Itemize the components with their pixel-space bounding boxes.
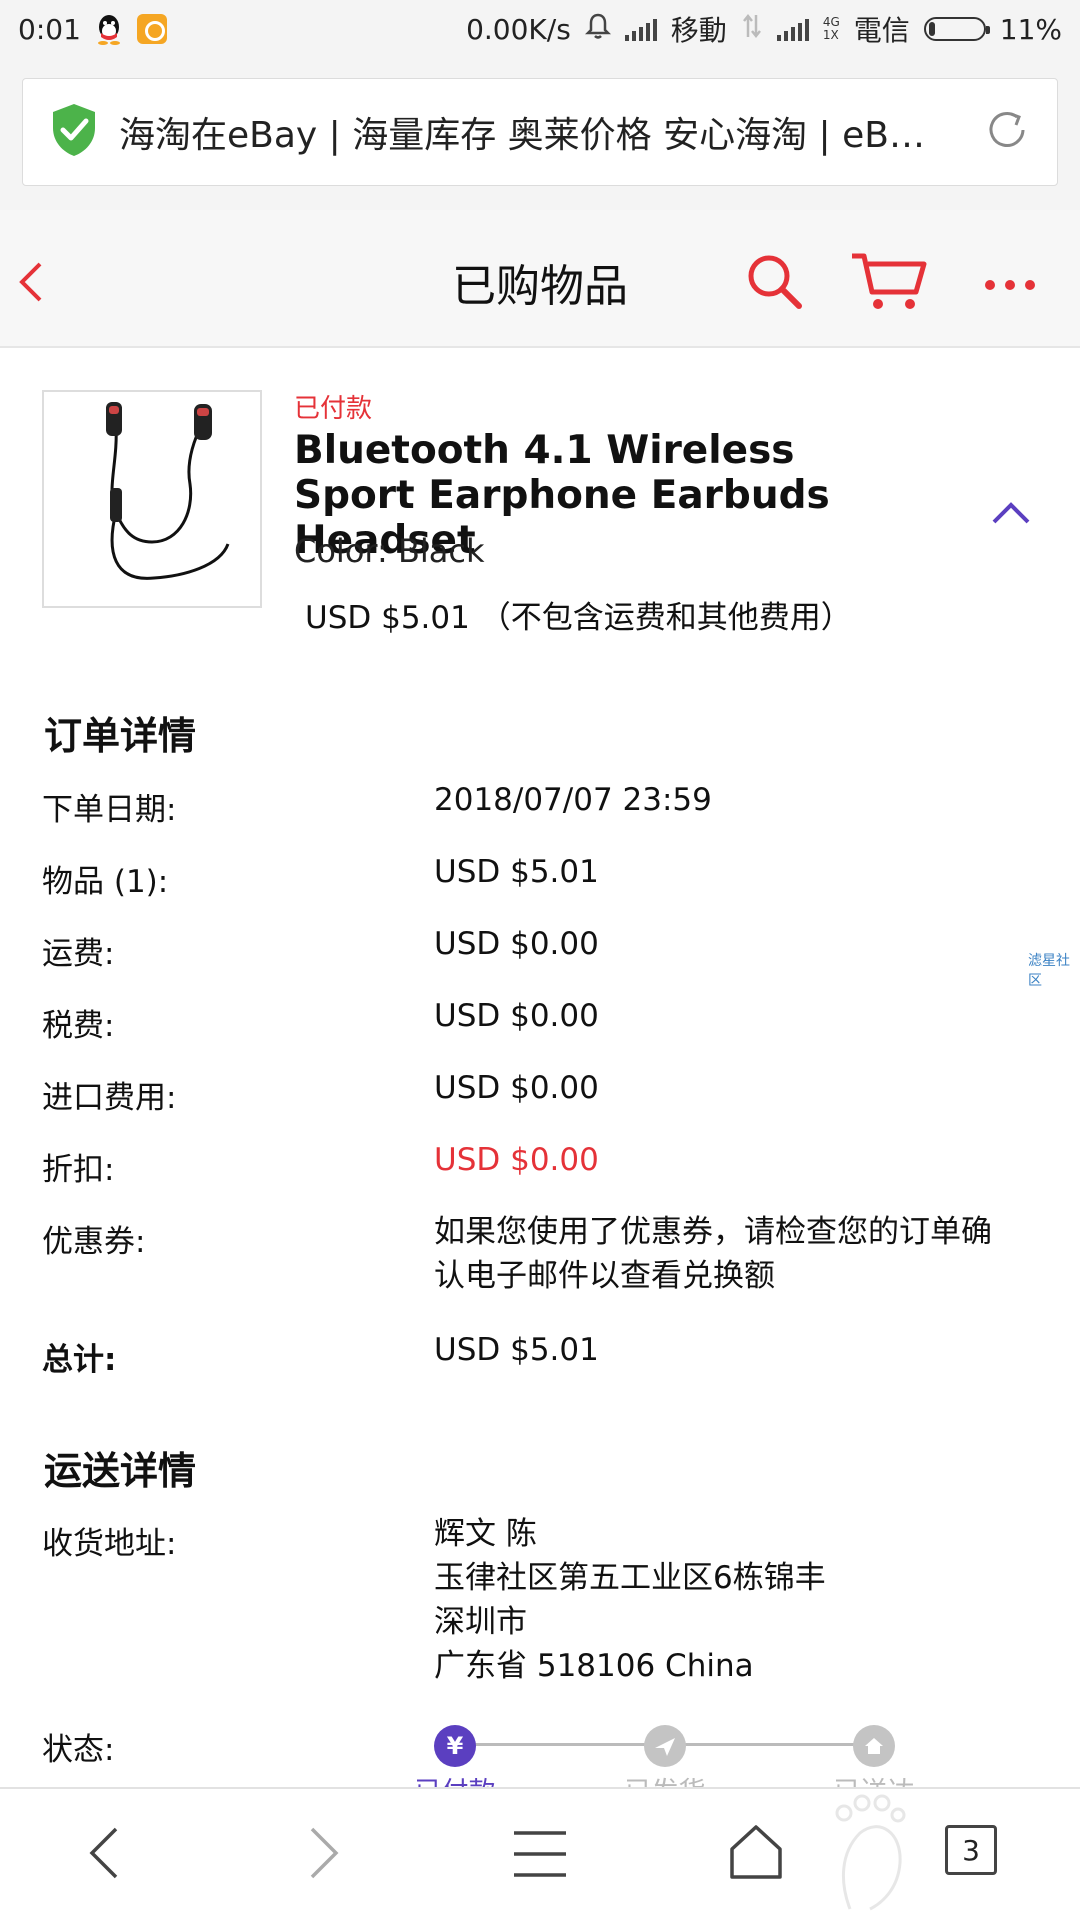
row-value-order-date: 2018/07/07 23:59 <box>434 782 712 818</box>
address-line: 深圳市 <box>434 1604 527 1640</box>
row-value-coupon: 如果您使用了优惠券，请检查您的订单确认电子邮件以查看兑换额 <box>434 1214 992 1294</box>
step-paid-yen-icon: ¥ <box>434 1725 476 1767</box>
shield-check-icon <box>49 102 99 162</box>
row-label-order-date: 下单日期: <box>42 792 177 828</box>
nav-back-icon[interactable] <box>86 1825 122 1885</box>
back-chevron-icon[interactable] <box>16 260 46 308</box>
nav-forward-icon[interactable] <box>306 1825 342 1885</box>
qq-icon <box>95 13 123 45</box>
bell-icon <box>584 12 611 47</box>
status-bar: 0:01 0.00K/s 移動 4G 1X 電信 11% <box>0 0 1080 58</box>
row-label-coupon: 优惠券: <box>42 1224 146 1260</box>
row-value-tax: USD $0.00 <box>434 998 599 1034</box>
row-value-total: USD $5.01 <box>434 1332 599 1368</box>
battery-level: 11% <box>999 12 1062 46</box>
address-bar[interactable]: 海淘在eBay | 海量库存 奥莱价格 安心海淘 | eBa... <box>22 78 1058 186</box>
address-line: 广东省 518106 China <box>434 1648 754 1684</box>
row-label-discount: 折扣: <box>42 1152 115 1188</box>
step-shipped-plane-icon <box>644 1725 686 1767</box>
row-label-import: 进口费用: <box>42 1080 177 1116</box>
signal-icon <box>624 17 657 41</box>
menu-icon[interactable] <box>512 1829 568 1883</box>
row-label-address: 收货地址: <box>42 1526 177 1562</box>
product-price: USD $5.01 （不包含运费和其他费用） <box>305 600 852 636</box>
carrier-2: 電信 <box>853 14 910 47</box>
payment-status: 已付款 <box>294 394 373 424</box>
step-label-paid: 已付款 <box>395 1770 515 1788</box>
row-label-tax: 税费: <box>42 1008 115 1044</box>
step-label-delivered: 已送达 <box>814 1770 934 1788</box>
row-value-import: USD $0.00 <box>434 1070 599 1106</box>
browser-bottom-nav: 3 <box>0 1787 1080 1920</box>
page-title: 海淘在eBay | 海量库存 奥莱价格 安心海淘 | eBa... <box>119 115 939 156</box>
address-line: 辉文 陈 <box>434 1516 537 1552</box>
notification-app-icon <box>136 14 167 44</box>
mascot-watermark-icon <box>830 1793 910 1915</box>
row-value-discount: USD $0.00 <box>434 1142 599 1178</box>
network-subtype: 1X <box>822 28 839 42</box>
signal-icon-2 <box>776 17 809 41</box>
row-label-status: 状态: <box>42 1732 115 1768</box>
app-header: 已购物品 <box>0 210 1080 348</box>
home-icon[interactable] <box>728 1823 784 1883</box>
chevron-up-icon[interactable] <box>990 498 1032 532</box>
carrier-1: 移動 <box>670 14 727 47</box>
row-value-items: USD $5.01 <box>434 854 599 890</box>
more-options-icon[interactable] <box>985 280 1035 290</box>
step-label-shipped: 已发货 <box>605 1770 725 1788</box>
product-color: Color: Black <box>294 532 485 570</box>
watermark-text: 滤星社区 <box>1028 953 1070 989</box>
product-image[interactable] <box>42 390 262 608</box>
shipping-address: 辉文 陈 玉律社区第五工业区6栋锦丰 深圳市 广东省 518106 China <box>434 1512 1014 1688</box>
address-line: 玉律社区第五工业区6栋锦丰 <box>434 1560 826 1596</box>
clock: 0:01 <box>18 12 81 46</box>
browser-title-area: 海淘在eBay | 海量库存 奥莱价格 安心海淘 | eBa... <box>0 58 1080 210</box>
cart-icon[interactable] <box>850 250 928 318</box>
row-label-items: 物品 (1): <box>42 864 169 900</box>
data-transfer-icon <box>741 13 763 46</box>
row-label-shipping: 运费: <box>42 936 115 972</box>
tabs-count-button[interactable]: 3 <box>945 1825 997 1875</box>
net-speed: 0.00K/s <box>466 12 571 46</box>
shipping-details-title: 运送详情 <box>44 1449 197 1493</box>
step-delivered-home-icon <box>853 1725 895 1767</box>
reload-icon[interactable] <box>983 106 1031 158</box>
battery-icon <box>923 17 990 41</box>
row-value-shipping: USD $0.00 <box>434 926 599 962</box>
search-icon[interactable] <box>745 252 805 316</box>
row-label-total: 总计: <box>42 1342 117 1378</box>
order-details-title: 订单详情 <box>44 714 197 758</box>
